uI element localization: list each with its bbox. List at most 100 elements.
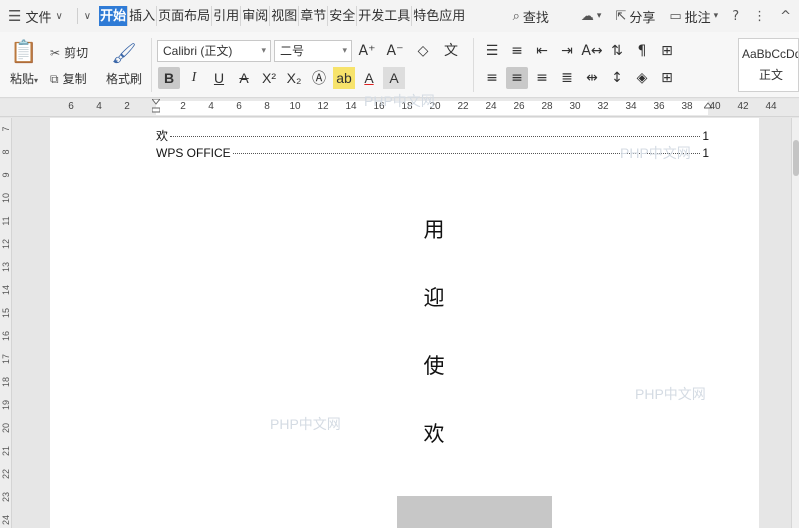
left-indent-marker[interactable] (152, 99, 160, 117)
vruler-number: 9 (1, 172, 11, 178)
format-painter-button[interactable]: 🖌 格式刷 (104, 40, 144, 87)
tab-security[interactable]: 安全 (328, 6, 358, 26)
underline-icon[interactable]: U (208, 67, 230, 89)
vruler-number: 18 (1, 377, 11, 388)
distributed-icon[interactable]: ⇹ (581, 67, 603, 89)
toc-entry[interactable]: 欢 1 (156, 127, 709, 144)
vertical-scrollbar[interactable] (791, 118, 799, 528)
vertical-text-char: 使 (423, 354, 445, 378)
paragraph-tools-row-2: ≡ ≡ ≡ ≣ ⇹ ↕ ◈ ⊞ (481, 67, 678, 89)
superscript-icon[interactable]: X² (258, 67, 280, 89)
ruler-number: 28 (541, 101, 553, 112)
toc-entry-title: 欢 (156, 129, 169, 143)
group-divider (473, 38, 474, 92)
placeholder-block (397, 496, 552, 528)
ruler-number: 38 (681, 101, 693, 112)
bold-icon[interactable]: B (158, 67, 180, 89)
ruler-number: 4 (208, 101, 214, 112)
cloud-sync-button[interactable]: ☁ ▾ (581, 9, 602, 24)
align-center-icon[interactable]: ≡ (506, 67, 528, 89)
tab-view[interactable]: 视图 (270, 6, 300, 26)
search-icon: ⌕ (512, 8, 520, 24)
tab-insert[interactable]: 插入 (128, 6, 158, 26)
bullet-list-icon[interactable]: ☰ (481, 40, 503, 62)
tab-home[interactable]: 开始 (99, 6, 129, 26)
tab-special-apps[interactable]: 特色应用 (412, 6, 466, 26)
strikethrough-icon[interactable]: A (233, 67, 255, 89)
ruler-number: 36 (653, 101, 665, 112)
vruler-number: 22 (1, 469, 11, 480)
text-direction-icon[interactable]: A↔ (581, 40, 603, 62)
borders-icon[interactable]: ⊞ (656, 40, 678, 62)
help-icon[interactable]: ? (732, 9, 739, 24)
ruler-number: 32 (597, 101, 609, 112)
paste-button[interactable]: 📋 粘贴▾ (6, 40, 42, 87)
scrollbar-thumb[interactable] (793, 140, 799, 176)
vruler-number: 20 (1, 423, 11, 434)
char-shading-icon[interactable]: A (383, 67, 405, 89)
quick-access-dropdown-icon[interactable]: ∨ (84, 11, 91, 22)
menu-bar: ☰ 文件 ∨ ∨ 开始 插入 页面布局 引用 审阅 视图 章节 安全 开发工具 … (0, 0, 799, 32)
text-effect-icon[interactable]: Ⓐ (308, 67, 330, 89)
highlight-icon[interactable]: ab (333, 67, 355, 89)
show-marks-icon[interactable]: ¶ (631, 40, 653, 62)
chevron-down-icon: ▾ (34, 76, 39, 85)
decrease-indent-icon[interactable]: ⇤ (531, 40, 553, 62)
vruler-number: 8 (1, 149, 11, 155)
vruler-number: 7 (1, 126, 11, 132)
copy-button[interactable]: ⧉ 复制 (50, 66, 88, 92)
align-right-icon[interactable]: ≡ (531, 67, 553, 89)
cut-button[interactable]: ✂ 剪切 (50, 40, 88, 66)
menu-separator (76, 8, 78, 24)
font-tools-row-2: B I U A X² X₂ Ⓐ ab A A (158, 67, 405, 89)
vertical-ruler[interactable]: 7 8 9 10 11 12 13 14 15 16 17 18 19 20 21 22 23 24 (0, 118, 12, 528)
tab-review[interactable]: 审阅 (241, 6, 271, 26)
menu-right-actions: ⌕ 查找 ☁ ▾ ⇱ 分享 ▭ 批注 ▾ ? ⋮ ^ (513, 7, 799, 26)
sort-icon[interactable]: ⇅ (606, 40, 628, 62)
clear-format-icon[interactable]: ◇ (412, 40, 434, 62)
style-gallery-normal[interactable]: AaBbCcDd 正文 (738, 38, 799, 92)
table-borders-icon[interactable]: ⊞ (656, 67, 678, 89)
vruler-number: 21 (1, 446, 11, 457)
tab-page-layout[interactable]: 页面布局 (157, 6, 213, 26)
clipboard-group: ✂ 剪切 ⧉ 复制 (50, 40, 88, 92)
vruler-number: 16 (1, 331, 11, 342)
ruler-number: 44 (765, 101, 777, 112)
ruler-number: 34 (625, 101, 637, 112)
watermark: PHP中文网 (635, 386, 706, 402)
justify-icon[interactable]: ≣ (556, 67, 578, 89)
tab-sections[interactable]: 章节 (299, 6, 329, 26)
document-page[interactable]: 欢 1 WPS OFFICE 1 用 迎 使 欢 PHP中文网 PHP中文网 P… (50, 118, 759, 528)
grow-font-icon[interactable]: A⁺ (356, 40, 378, 62)
vruler-number: 15 (1, 308, 11, 319)
hamburger-icon: ☰ (8, 7, 22, 25)
watermark: PHP中文网 (270, 416, 341, 432)
file-menu[interactable]: ☰ 文件 ∨ (0, 7, 71, 26)
tab-developer[interactable]: 开发工具 (357, 6, 413, 26)
font-color-icon[interactable]: A (358, 67, 380, 89)
increase-indent-icon[interactable]: ⇥ (556, 40, 578, 62)
ruler-number: 14 (345, 101, 357, 112)
phonetic-guide-icon[interactable]: 文 (440, 40, 462, 62)
italic-icon[interactable]: I (183, 67, 205, 89)
shading-icon[interactable]: ◈ (631, 67, 653, 89)
copy-label: 复制 (62, 72, 87, 86)
font-name-select[interactable]: Calibri (正文) ▾ (157, 40, 271, 62)
search-label: 查找 (522, 9, 549, 25)
scissors-icon: ✂ (50, 46, 61, 60)
more-icon[interactable]: ⋮ (753, 9, 766, 24)
share-button[interactable]: ⇱ 分享 (615, 7, 655, 26)
shrink-font-icon[interactable]: A⁻ (384, 40, 406, 62)
collapse-ribbon-icon[interactable]: ^ (780, 9, 791, 24)
comment-button[interactable]: ▭ 批注 ▾ (669, 7, 718, 26)
font-tools-row-1: A⁺ A⁻ ◇ 文 (356, 40, 462, 62)
watermark: PHP中文网 (364, 93, 435, 109)
line-spacing-icon[interactable]: ↕ (606, 67, 628, 89)
align-left-icon[interactable]: ≡ (481, 67, 503, 89)
search-button[interactable]: ⌕ 查找 (513, 7, 549, 26)
subscript-icon[interactable]: X₂ (283, 67, 305, 89)
font-size-select[interactable]: 二号 ▾ (274, 40, 352, 62)
tab-references[interactable]: 引用 (212, 6, 242, 26)
numbered-list-icon[interactable]: ≡ (506, 40, 528, 62)
vruler-number: 11 (1, 216, 11, 226)
